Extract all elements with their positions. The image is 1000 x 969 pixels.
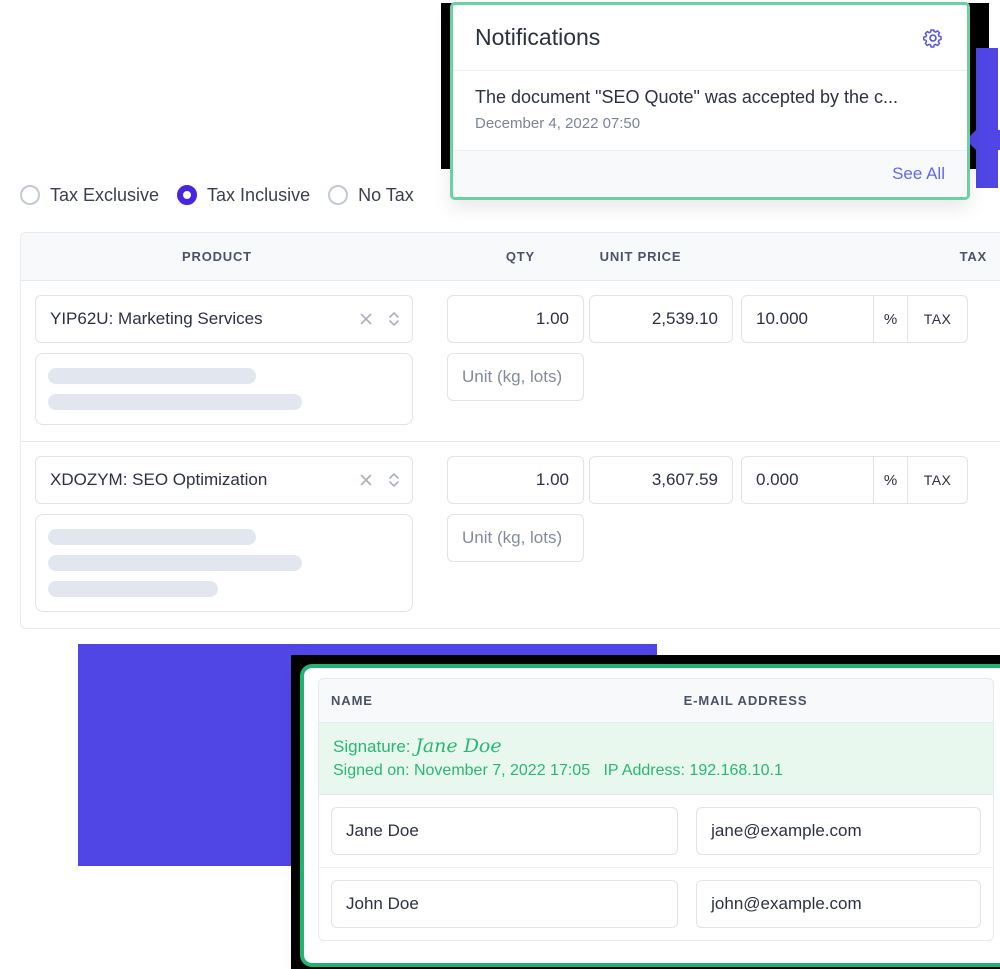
qty-value: 1.00 — [535, 470, 569, 489]
signed-on-label: Signed on: — [333, 762, 410, 779]
unit-input[interactable]: Unit (kg, lots) — [447, 514, 584, 562]
skeleton-line — [48, 394, 302, 410]
ip-address-value: 192.168.10.1 — [689, 762, 783, 779]
signature-panel: NAME E-MAIL ADDRESS Signature: Jane Doe … — [300, 664, 1000, 967]
chevron-up-down-icon[interactable] — [386, 470, 402, 490]
tax-rate-input[interactable]: 10.000 — [741, 295, 874, 343]
notifications-popover: Notifications The document "SEO Quote" w… — [450, 2, 970, 200]
signer-name-value: John Doe — [346, 894, 419, 913]
radio-mark-tax-exclusive[interactable] — [20, 185, 40, 205]
tax-percent-addon[interactable]: % — [874, 295, 908, 343]
unit-price-input[interactable]: 3,607.59 — [589, 456, 733, 504]
products-table-header: PRODUCT QTY UNIT PRICE TAX — [21, 233, 1000, 281]
ip-address-label: IP Address: — [603, 762, 685, 779]
notifications-footer: See All — [453, 151, 967, 197]
signature-table-header: NAME E-MAIL ADDRESS — [319, 679, 993, 723]
radio-label-tax-exclusive: Tax Exclusive — [50, 184, 160, 205]
unit-placeholder: Unit (kg, lots) — [462, 367, 563, 386]
signature-label: Signature: — [333, 737, 411, 756]
tax-rate-value: 0.000 — [756, 470, 799, 489]
screen-root: Tax Exclusive Tax Inclusive No Tax PRODU… — [0, 0, 1000, 969]
table-row: XDOZYM: SEO Optimization 1.00 Unit (kg, … — [21, 442, 1000, 628]
clear-icon[interactable] — [358, 309, 374, 329]
product-cell: YIP62U: Marketing Services — [35, 295, 427, 425]
column-header-product: PRODUCT — [182, 249, 252, 264]
unit-price-value: 3,607.59 — [651, 470, 718, 489]
qty-cell: 1.00 Unit (kg, lots) — [427, 456, 584, 612]
tax-rate-input[interactable]: 0.000 — [741, 456, 874, 504]
notifications-title: Notifications — [475, 24, 601, 50]
signature-meta-line: Signed on: November 7, 2022 17:05 IP Add… — [333, 762, 979, 780]
qty-value: 1.00 — [535, 309, 569, 328]
radio-label-no-tax: No Tax — [358, 184, 414, 205]
clear-icon[interactable] — [358, 470, 374, 490]
signer-email-input[interactable]: jane@example.com — [696, 807, 981, 855]
tax-button[interactable]: TAX — [908, 456, 968, 504]
signature-banner: Signature: Jane Doe Signed on: November … — [319, 723, 993, 795]
gear-icon[interactable] — [921, 26, 945, 50]
chevron-up-down-icon[interactable] — [386, 309, 402, 329]
radio-no-tax[interactable]: No Tax — [328, 185, 432, 206]
unit-price-cell: 3,607.59 — [567, 456, 733, 612]
qty-input[interactable]: 1.00 — [447, 295, 584, 343]
tax-percent-addon[interactable]: % — [874, 456, 908, 504]
signer-email-value: john@example.com — [711, 894, 862, 913]
tax-rate-value: 10.000 — [756, 309, 808, 328]
notifications-header: Notifications — [453, 5, 967, 71]
signature-row: John Doe john@example.com — [319, 867, 993, 940]
product-select-value: YIP62U: Marketing Services — [50, 309, 263, 328]
table-row: YIP62U: Marketing Services 1.00 Unit (kg… — [21, 281, 1000, 442]
skeleton-line — [48, 529, 256, 545]
products-table: PRODUCT QTY UNIT PRICE TAX YIP62U: Marke… — [20, 232, 1000, 629]
radio-tax-exclusive[interactable]: Tax Exclusive — [20, 185, 177, 206]
unit-price-cell: 2,539.10 — [567, 295, 733, 425]
tax-input-group: 0.000 % TAX — [741, 456, 969, 504]
radio-label-tax-inclusive: Tax Inclusive — [207, 184, 311, 205]
signed-on-value: November 7, 2022 17:05 — [413, 762, 591, 779]
signer-name-input[interactable]: John Doe — [331, 880, 679, 928]
signer-name-input[interactable]: Jane Doe — [331, 807, 679, 855]
skeleton-line — [48, 581, 218, 597]
tax-input-group: 10.000 % TAX — [741, 295, 969, 343]
product-cell: XDOZYM: SEO Optimization — [35, 456, 427, 612]
column-header-email: E-MAIL ADDRESS — [683, 693, 808, 708]
signature-line: Signature: Jane Doe — [333, 735, 979, 757]
skeleton-line — [48, 555, 302, 571]
signer-email-input[interactable]: john@example.com — [696, 880, 981, 928]
skeleton-line — [48, 368, 256, 384]
unit-price-input[interactable]: 2,539.10 — [589, 295, 733, 343]
tax-button[interactable]: TAX — [908, 295, 968, 343]
product-description-box[interactable] — [35, 514, 413, 612]
product-select-input[interactable]: YIP62U: Marketing Services — [35, 295, 413, 343]
product-description-box[interactable] — [35, 353, 413, 425]
column-header-name: NAME — [331, 693, 373, 708]
tax-cell: 10.000 % TAX — [719, 295, 969, 425]
signer-name-value: Jane Doe — [346, 821, 419, 840]
qty-input[interactable]: 1.00 — [447, 456, 584, 504]
radio-mark-no-tax[interactable] — [328, 185, 349, 205]
notification-message: The document "SEO Quote" was accepted by… — [475, 87, 898, 107]
signer-email-value: jane@example.com — [711, 821, 862, 840]
product-select-input[interactable]: XDOZYM: SEO Optimization — [35, 456, 413, 504]
column-header-tax: TAX — [959, 249, 987, 264]
notification-item[interactable]: The document "SEO Quote" was accepted by… — [453, 71, 967, 151]
tax-cell: 0.000 % TAX — [719, 456, 969, 612]
signature-row: Jane Doe jane@example.com — [319, 795, 993, 867]
radio-tax-inclusive[interactable]: Tax Inclusive — [177, 185, 328, 206]
product-select-value: XDOZYM: SEO Optimization — [50, 470, 268, 489]
tax-mode-radio-group[interactable]: Tax Exclusive Tax Inclusive No Tax — [20, 178, 432, 212]
qty-cell: 1.00 Unit (kg, lots) — [427, 295, 584, 425]
unit-placeholder: Unit (kg, lots) — [462, 528, 563, 547]
radio-mark-tax-inclusive[interactable] — [177, 185, 198, 205]
unit-price-value: 2,539.10 — [651, 309, 718, 328]
see-all-link[interactable]: See All — [892, 164, 945, 183]
signature-table: NAME E-MAIL ADDRESS Signature: Jane Doe … — [318, 678, 994, 941]
column-header-unit-price: UNIT PRICE — [599, 249, 682, 264]
unit-input[interactable]: Unit (kg, lots) — [447, 353, 584, 401]
column-header-qty: QTY — [505, 249, 535, 264]
signature-name: Jane Doe — [415, 735, 502, 757]
notification-timestamp: December 4, 2022 07:50 — [475, 115, 641, 132]
